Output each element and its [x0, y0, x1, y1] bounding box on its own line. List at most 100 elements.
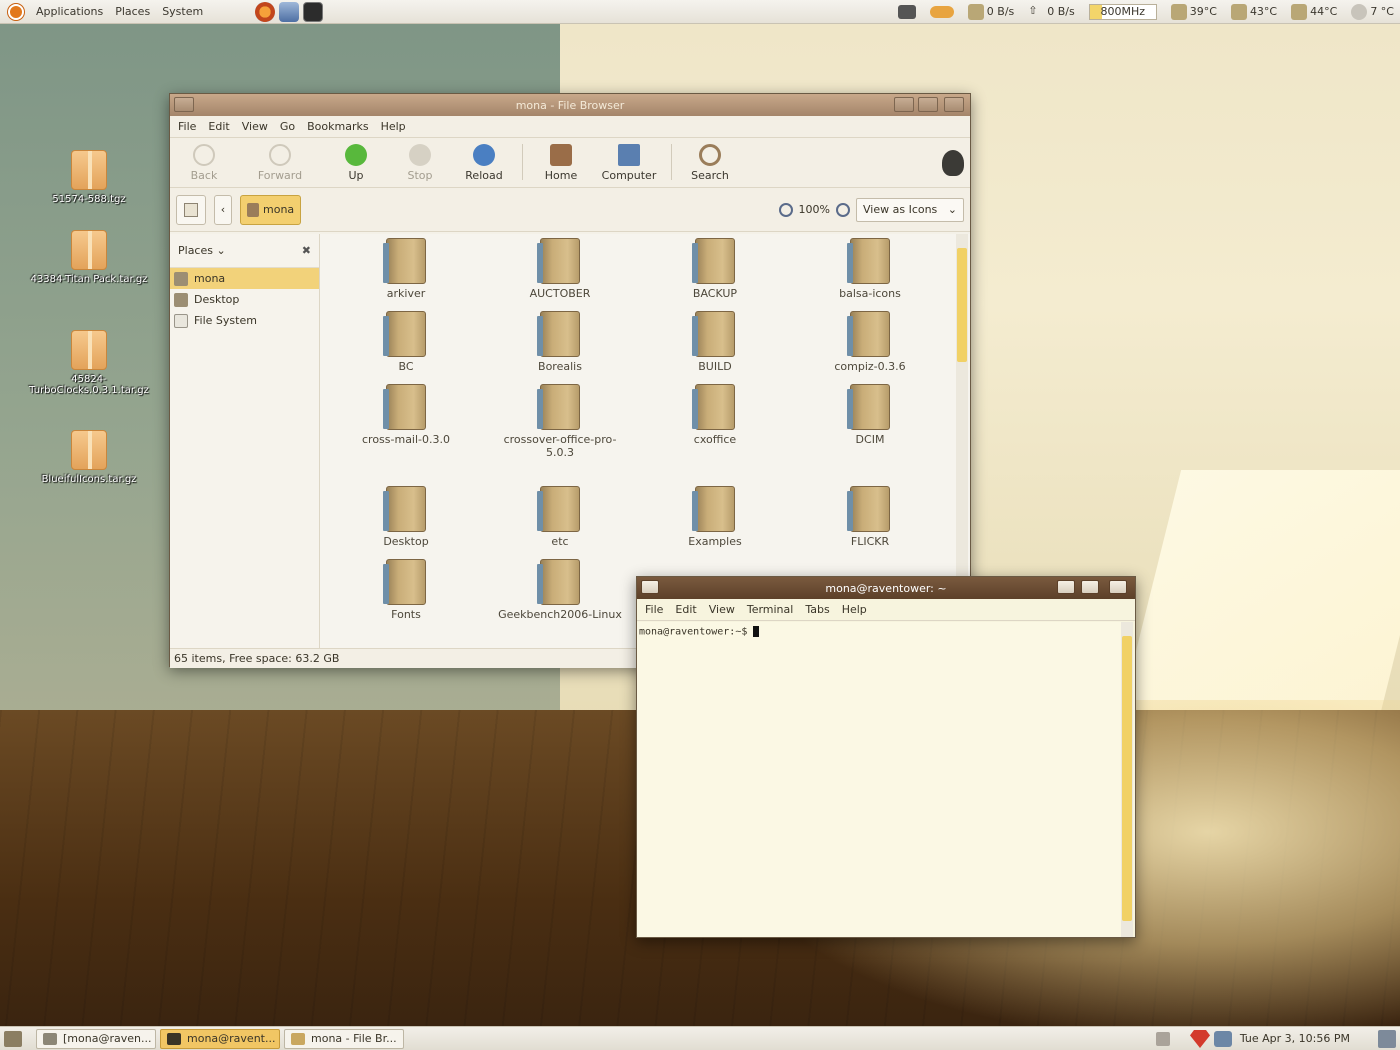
folder-item[interactable]: DCIM: [800, 384, 940, 446]
scrollbar-thumb[interactable]: [957, 248, 967, 362]
folder-item[interactable]: cross-mail-0.3.0: [336, 384, 476, 446]
minimize-button[interactable]: [894, 97, 914, 112]
search-icon: [699, 144, 721, 166]
folder-item[interactable]: arkiver: [336, 238, 476, 300]
folder-icon: [847, 238, 890, 284]
keys-icon[interactable]: [929, 6, 954, 18]
sidebar-item-mona[interactable]: mona: [170, 268, 319, 289]
mail-icon[interactable]: [279, 1, 300, 22]
window-menu-button[interactable]: [174, 97, 194, 112]
maximize-button[interactable]: [1081, 580, 1099, 594]
folder-item[interactable]: Borealis: [490, 311, 630, 373]
folder-icon: [537, 311, 580, 357]
folder-item[interactable]: Fonts: [336, 559, 476, 621]
screenshot-icon[interactable]: [897, 5, 916, 19]
close-button[interactable]: [944, 97, 964, 112]
places-menu[interactable]: Places: [115, 5, 150, 18]
applications-menu[interactable]: Applications: [36, 5, 103, 18]
zoom-in-icon[interactable]: [836, 202, 850, 217]
folder-item[interactable]: BC: [336, 311, 476, 373]
sidebar-item-file-system[interactable]: File System: [170, 310, 319, 331]
zoom-level[interactable]: 100%: [799, 203, 830, 216]
path-crumb-mona[interactable]: mona: [240, 194, 302, 225]
sidebar-item-desktop[interactable]: Desktop: [170, 289, 319, 310]
path-back-button[interactable]: ‹: [214, 194, 232, 225]
reload-icon: [473, 144, 495, 166]
folder-item[interactable]: balsa-icons: [800, 238, 940, 300]
menu-file[interactable]: File: [178, 120, 196, 133]
taskbar-button[interactable]: mona - File Br...: [284, 1028, 404, 1049]
folder-item[interactable]: Geekbench2006-Linux: [490, 559, 630, 621]
window-menu-button[interactable]: [641, 580, 659, 594]
maximize-button[interactable]: [918, 97, 938, 112]
home-folder-icon: [247, 202, 259, 217]
menu-view[interactable]: View: [709, 603, 735, 616]
forward-button[interactable]: Forward: [240, 144, 320, 182]
terminal-titlebar[interactable]: mona@raventower: ~: [637, 577, 1135, 599]
zoom-out-icon[interactable]: [778, 202, 793, 217]
reload-button[interactable]: Reload: [456, 144, 512, 182]
desktop-file-icon[interactable]: 51574-588.tgz: [24, 150, 154, 205]
menu-edit[interactable]: Edit: [675, 603, 696, 616]
scrollbar-thumb[interactable]: [1122, 636, 1132, 921]
folder-item[interactable]: AUCTOBER: [490, 238, 630, 300]
temp-sensor-icon: [1170, 4, 1187, 20]
menu-edit[interactable]: Edit: [208, 120, 229, 133]
terminal-scrollbar[interactable]: [1121, 622, 1133, 937]
menu-help[interactable]: Help: [842, 603, 867, 616]
weather-icon[interactable]: [1351, 4, 1368, 20]
system-menu[interactable]: System: [162, 5, 203, 18]
network-icon[interactable]: [1214, 1031, 1232, 1047]
folder-item[interactable]: compiz-0.3.6: [800, 311, 940, 373]
menu-go[interactable]: Go: [280, 120, 295, 133]
folder-item[interactable]: Examples: [645, 486, 785, 548]
folder-icon: [847, 486, 890, 532]
search-button[interactable]: Search: [682, 144, 738, 182]
desktop-file-icon[interactable]: 43384-Titan Pack.tar.gz: [24, 230, 154, 285]
home-icon: [174, 271, 188, 286]
taskbar-button[interactable]: [mona@raven...: [36, 1028, 156, 1049]
ubuntu-logo-icon[interactable]: [8, 3, 24, 20]
folder-item[interactable]: etc: [490, 486, 630, 548]
folder-item[interactable]: Desktop: [336, 486, 476, 548]
menu-file[interactable]: File: [645, 603, 663, 616]
update-notifier-icon[interactable]: [1190, 1030, 1210, 1048]
menu-bookmarks[interactable]: Bookmarks: [307, 120, 368, 133]
file-browser-titlebar[interactable]: mona - File Browser: [170, 94, 970, 116]
clock[interactable]: Tue Apr 3, 10:56 PM: [1240, 1032, 1350, 1045]
volume-icon[interactable]: [1156, 1032, 1170, 1046]
folder-item[interactable]: BACKUP: [645, 238, 785, 300]
menu-tabs[interactable]: Tabs: [805, 603, 829, 616]
computer-button[interactable]: Computer: [597, 144, 661, 182]
view-mode-select[interactable]: View as Icons ⌄: [856, 197, 964, 222]
up-button[interactable]: Up: [328, 144, 384, 182]
close-sidebar-icon[interactable]: ✖: [302, 244, 311, 257]
firefox-icon[interactable]: [255, 1, 276, 22]
show-desktop-icon[interactable]: [4, 1030, 22, 1047]
folder-icon: [291, 1032, 305, 1045]
home-icon: [550, 144, 572, 166]
stop-button[interactable]: Stop: [392, 144, 448, 182]
back-button[interactable]: Back: [176, 144, 232, 182]
folder-item[interactable]: FLICKR: [800, 486, 940, 548]
folder-item[interactable]: BUILD: [645, 311, 785, 373]
toggle-location-entry-button[interactable]: [176, 194, 206, 225]
desktop-file-icon[interactable]: 45824-TurboClocks.0.3.1.tar.gz: [24, 330, 154, 396]
chevron-down-icon: ⌄: [947, 203, 957, 216]
terminal-launcher-icon[interactable]: [303, 1, 324, 22]
desktop-file-icon[interactable]: BlueifulIcons.tar.gz: [24, 430, 154, 485]
cpu-freq-monitor[interactable]: 800MHz: [1088, 4, 1157, 20]
taskbar-button[interactable]: mona@ravent...: [160, 1028, 280, 1049]
minimize-button[interactable]: [1057, 580, 1075, 594]
folder-item[interactable]: crossover-office-pro-5.0.3: [490, 384, 630, 459]
terminal-output[interactable]: mona@raventower:~$: [637, 622, 1121, 937]
desktop-file-label: 51574-588.tgz: [52, 194, 126, 205]
menu-view[interactable]: View: [242, 120, 268, 133]
trash-icon[interactable]: [1378, 1030, 1396, 1048]
sidebar-selector[interactable]: Places ⌄: [178, 244, 226, 257]
menu-help[interactable]: Help: [381, 120, 406, 133]
menu-terminal[interactable]: Terminal: [747, 603, 794, 616]
close-button[interactable]: [1109, 580, 1127, 594]
folder-item[interactable]: cxoffice: [645, 384, 785, 446]
home-button[interactable]: Home: [533, 144, 589, 182]
